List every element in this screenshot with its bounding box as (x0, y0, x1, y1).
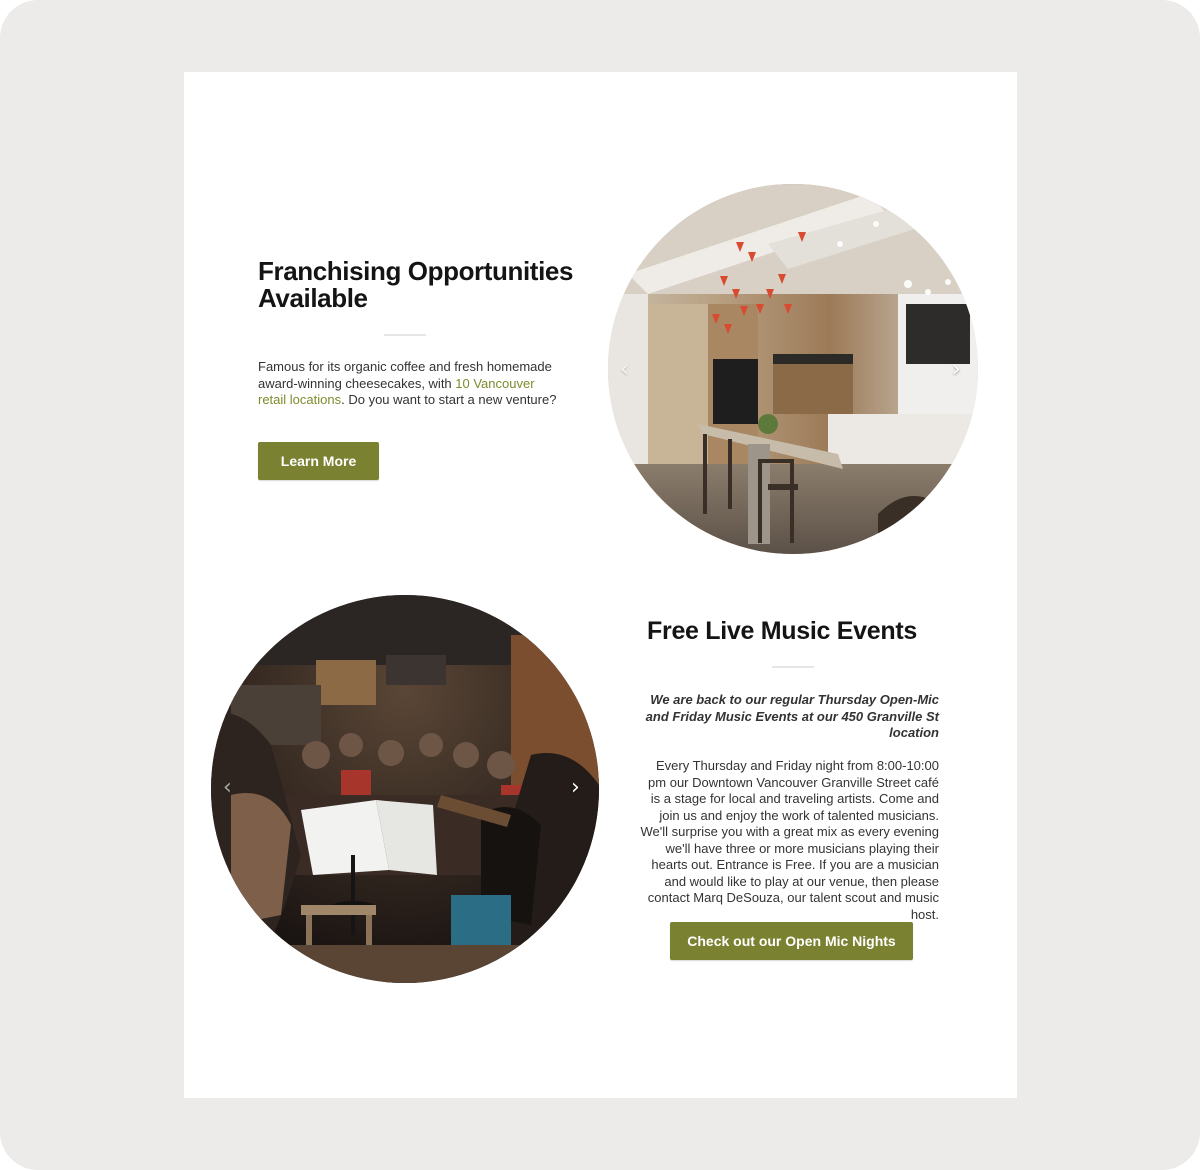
music-description: Every Thursday and Friday night from 8:0… (640, 758, 939, 922)
franchise-title: Franchising Opportunities Available (258, 256, 574, 313)
cafe-interior-photo (608, 184, 978, 554)
music-divider (772, 666, 814, 668)
cafe-prev-arrow-icon[interactable]: ‹ (620, 359, 629, 381)
page-content: Franchising Opportunities Available Famo… (184, 72, 1017, 1098)
open-mic-nights-button[interactable]: Check out our Open Mic Nights (670, 922, 913, 960)
music-prev-arrow-icon[interactable]: ‹ (223, 777, 232, 799)
franchise-text-end: . Do you want to start a new venture? (341, 392, 557, 407)
music-lead: We are back to our regular Thursday Open… (645, 692, 939, 740)
franchise-description: Famous for its organic coffee and fresh … (258, 359, 558, 409)
music-next-arrow-icon[interactable]: › (571, 777, 580, 799)
screenshot-frame: Franchising Opportunities Available Famo… (0, 0, 1200, 1170)
learn-more-button[interactable]: Learn More (258, 442, 379, 480)
live-music-photo (211, 595, 599, 983)
music-title: Free Live Music Events (647, 617, 917, 645)
cafe-next-arrow-icon[interactable]: › (952, 359, 961, 381)
franchise-divider (384, 334, 426, 336)
cafe-image-carousel[interactable]: ‹ › (608, 184, 978, 554)
music-image-carousel[interactable]: ‹ › (211, 595, 599, 983)
